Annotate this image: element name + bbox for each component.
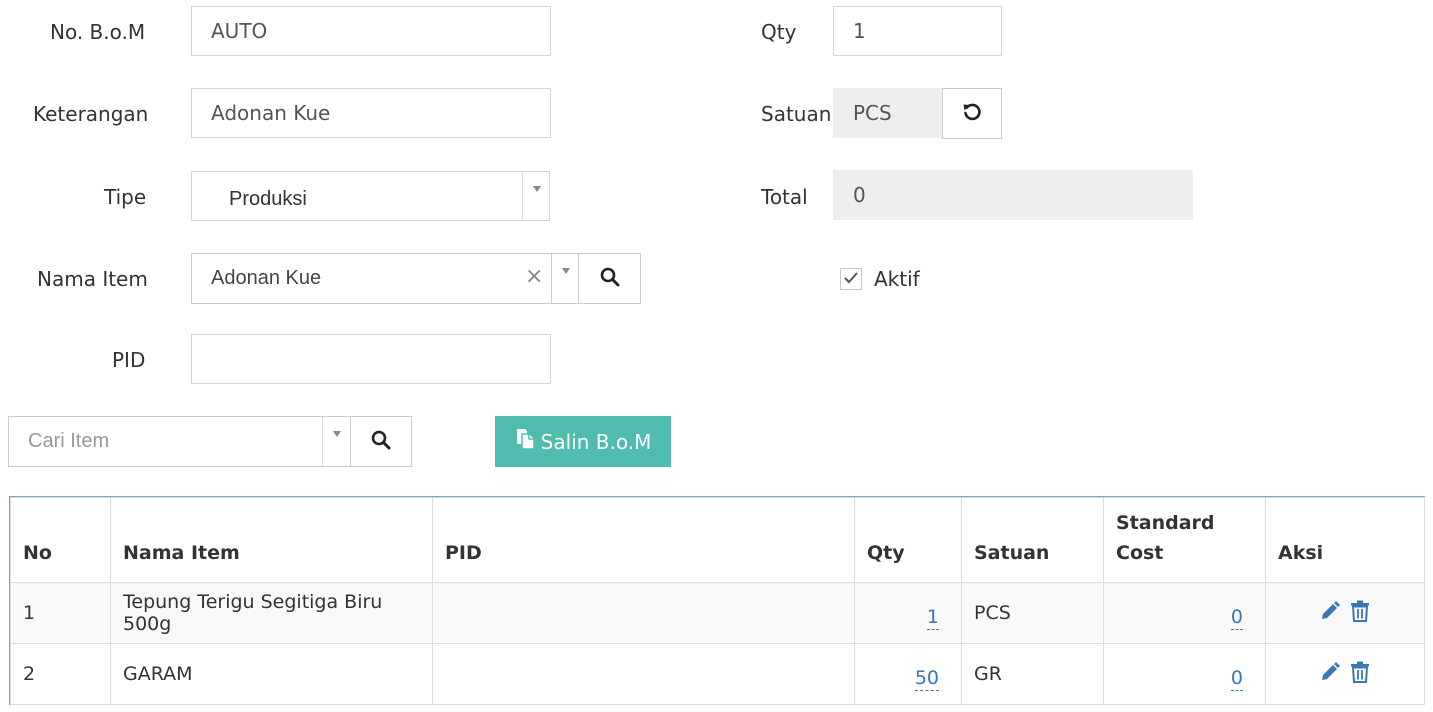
header-qty: Qty [854,497,962,583]
cell-satuan: PCS [961,582,1104,644]
cell-nama-item: GARAM [110,643,433,705]
pencil-icon[interactable] [1320,600,1340,626]
pencil-icon[interactable] [1320,661,1340,687]
cell-satuan: GR [961,643,1104,705]
chevron-down-icon[interactable] [552,254,580,303]
chevron-down-icon[interactable] [523,172,551,220]
cell-pid [432,643,855,705]
header-nama-item: Nama Item [110,497,433,583]
tipe-label: Tipe [104,185,147,209]
clear-icon[interactable]: × [525,264,543,289]
nama-item-select[interactable]: Adonan Kue × [191,253,579,304]
cell-nama-item: Tepung Terigu Segitiga Biru 500g [110,582,433,644]
aktif-label: Aktif [874,267,920,291]
copy-icon [515,428,535,455]
bom-items-table: No Nama Item PID Qty Satuan Standard Cos… [9,496,1425,705]
standard-cost-editable[interactable]: 0 [1230,667,1243,691]
search-item-button[interactable] [578,253,641,304]
trash-icon[interactable] [1350,600,1370,627]
table-header-row: No Nama Item PID Qty Satuan Standard Cos… [10,497,1425,583]
total-field: 0 [833,170,1193,220]
chevron-down-icon[interactable] [323,417,351,466]
pid-label: PID [112,348,146,372]
aktif-checkbox[interactable] [840,268,862,290]
table-row: 1 Tepung Terigu Segitiga Biru 500g 1 PCS… [10,582,1425,644]
tipe-select[interactable]: Produksi [191,171,550,221]
pid-field[interactable] [191,334,551,384]
nama-item-label: Nama Item [37,267,148,291]
total-label: Total [761,185,808,209]
header-satuan: Satuan [961,497,1104,583]
qty-label: Qty [761,20,797,44]
bom-label: No. B.o.M [50,20,146,44]
check-icon [843,270,859,289]
keterangan-label: Keterangan [33,102,149,126]
header-standard-cost: Standard Cost [1103,497,1266,583]
reset-satuan-button[interactable] [942,88,1002,139]
bom-number-field[interactable]: AUTO [191,6,551,56]
trash-icon[interactable] [1350,661,1370,688]
satuan-field: PCS [833,88,943,138]
salin-bom-button[interactable]: Salin B.o.M [495,416,671,467]
refresh-icon [962,102,982,126]
cell-no: 2 [10,643,111,705]
satuan-label: Satuan [761,102,832,126]
nama-item-select-value: Adonan Kue [211,267,322,289]
cari-item-placeholder: Cari Item [28,430,110,452]
qty-field[interactable]: 1 [833,6,1002,56]
header-no: No [10,497,111,583]
standard-cost-editable[interactable]: 0 [1230,606,1243,630]
cell-pid [432,582,855,644]
cell-no: 1 [10,582,111,644]
keterangan-field[interactable]: Adonan Kue [191,88,551,138]
cari-item-select[interactable]: Cari Item [8,416,352,467]
qty-editable[interactable]: 50 [914,667,939,691]
search-button[interactable] [350,416,412,467]
search-icon [600,267,620,291]
table-row: 2 GARAM 50 GR 0 [10,643,1425,705]
qty-editable[interactable]: 1 [926,606,939,630]
tipe-select-value: Produksi [229,188,307,210]
search-icon [371,430,391,454]
header-pid: PID [432,497,855,583]
header-aksi: Aksi [1265,497,1425,583]
salin-bom-label: Salin B.o.M [540,429,652,454]
